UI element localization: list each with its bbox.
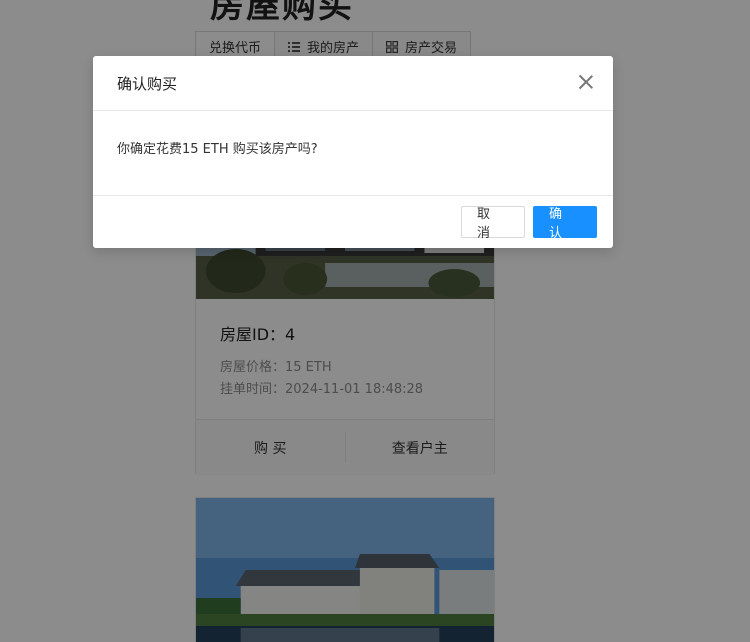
dialog-title: 确认购买 xyxy=(117,74,178,93)
confirm-button[interactable]: 确 认 xyxy=(533,205,597,241)
confirm-purchase-dialog: 确认购买 你确定花费15 ETH 购买该房产吗? 取 消 确 认 xyxy=(93,56,613,248)
dialog-footer: 取 消 确 认 xyxy=(93,195,613,247)
dialog-message: 你确定花费15 ETH 购买该房产吗? xyxy=(117,142,318,157)
cancel-button[interactable]: 取 消 xyxy=(461,205,525,241)
close-icon[interactable] xyxy=(577,73,595,91)
dialog-header: 确认购买 xyxy=(93,56,613,111)
dialog-body: 你确定花费15 ETH 购买该房产吗? xyxy=(93,111,613,195)
